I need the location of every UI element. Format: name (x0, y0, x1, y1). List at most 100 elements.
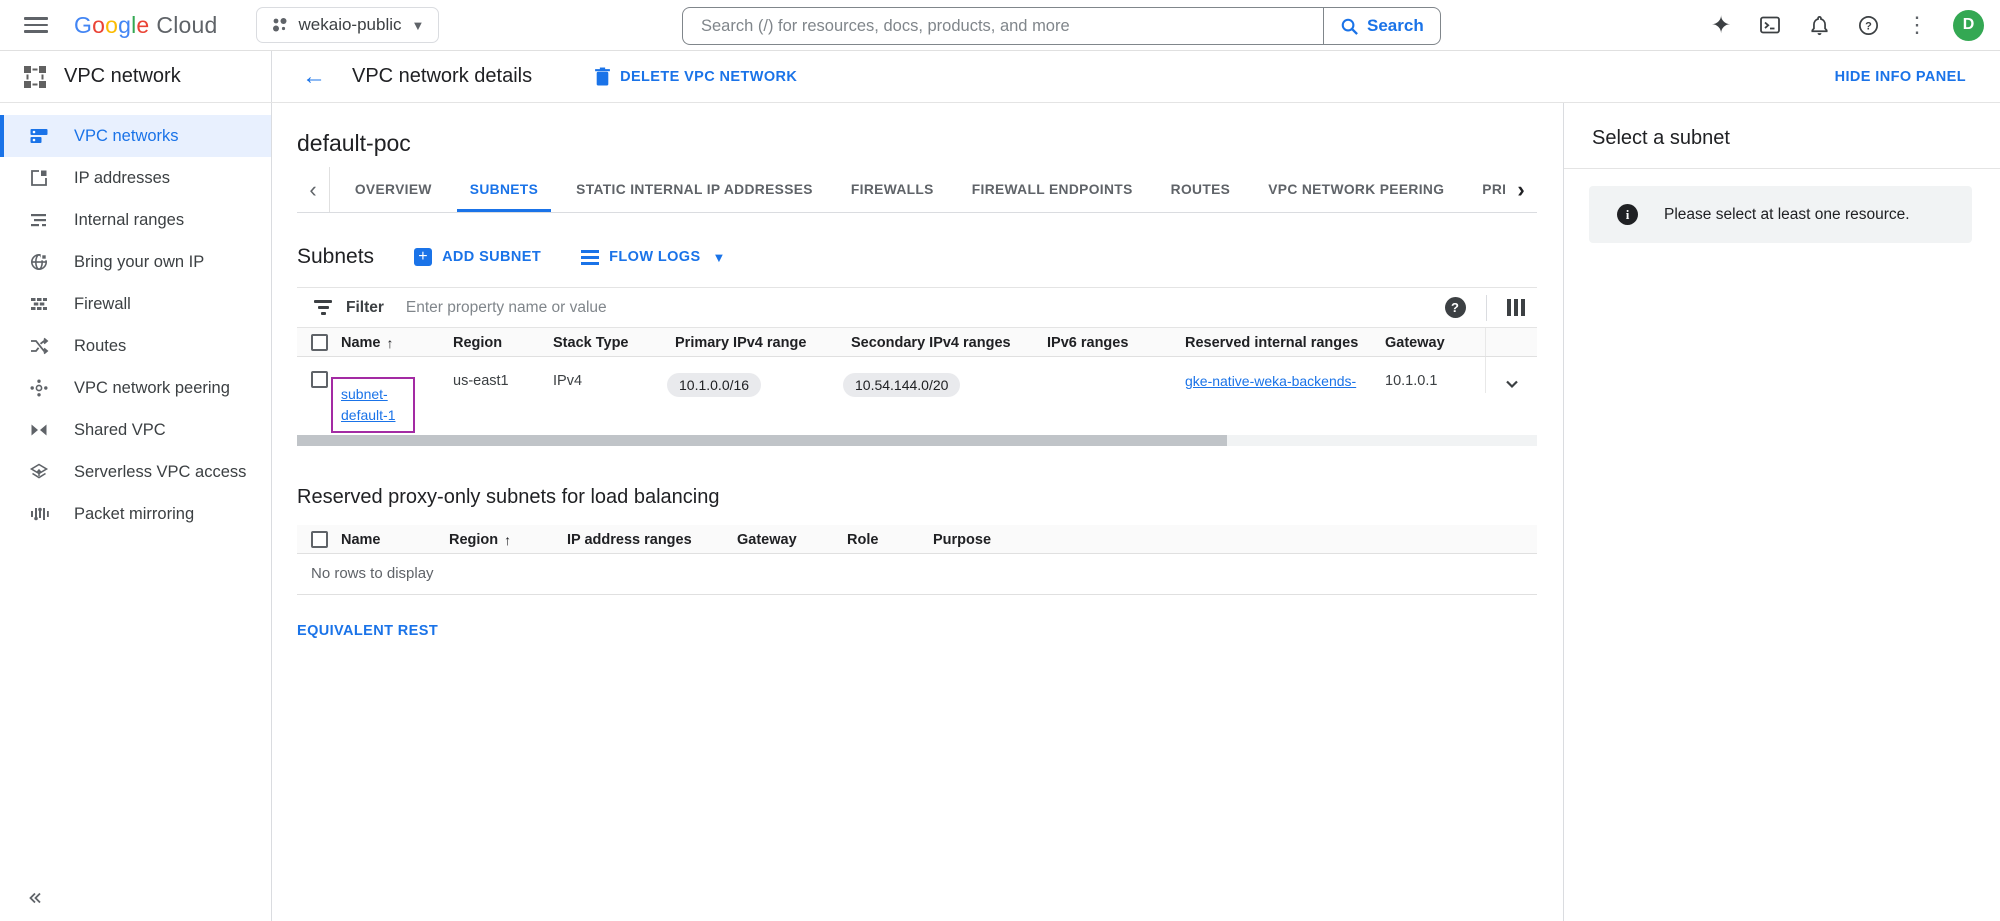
scrollbar-thumb[interactable] (297, 435, 1227, 446)
info-message: Please select at least one resource. (1664, 206, 1910, 224)
sidebar-item-label: Bring your own IP (74, 253, 204, 272)
cell-region: us-east1 (453, 357, 553, 389)
flow-logs-label: FLOW LOGS (609, 249, 700, 265)
subnet-name-highlight: subnet-default-1 (331, 377, 415, 433)
project-icon (271, 16, 289, 34)
col-proxy-purpose[interactable]: Purpose (933, 531, 1537, 548)
cell-stack-type: IPv4 (553, 357, 675, 389)
row-checkbox[interactable] (311, 371, 328, 388)
col-gateway[interactable]: Gateway (1385, 334, 1485, 351)
search-input[interactable] (682, 7, 1323, 45)
shared-vpc-icon (28, 419, 50, 441)
filter-label: Filter (346, 299, 384, 317)
col-region[interactable]: Region (453, 334, 553, 351)
subnet-name-link[interactable]: subnet-default-1 (341, 386, 395, 423)
project-picker[interactable]: wekaio-public ▼ (256, 7, 440, 43)
tab-static-internal-ip-addresses[interactable]: STATIC INTERNAL IP ADDRESSES (557, 167, 832, 212)
vpc-networks-icon (28, 125, 50, 147)
header-expand-cell (1485, 328, 1537, 356)
page-title: VPC network details (352, 65, 532, 88)
tab-firewalls[interactable]: FIREWALLS (832, 167, 953, 212)
google-cloud-logo[interactable]: Google Cloud (74, 12, 218, 39)
sidebar-item-label: Firewall (74, 295, 131, 314)
info-notice: i Please select at least one resource. (1589, 186, 1972, 243)
sidebar-item-internal-ranges[interactable]: Internal ranges (0, 199, 271, 241)
col-primary-ipv4[interactable]: Primary IPv4 range (675, 334, 851, 351)
avatar-letter: D (1963, 16, 1975, 34)
cloud-shell-icon[interactable] (1757, 12, 1783, 38)
filter-help-icon[interactable]: ? (1445, 297, 1466, 318)
sidebar-item-vpc-network-peering[interactable]: VPC network peering (0, 367, 271, 409)
col-proxy-gateway[interactable]: Gateway (737, 531, 847, 548)
col-reserved-internal[interactable]: Reserved internal ranges (1185, 334, 1385, 351)
row-expand-chevron-icon[interactable] (1485, 357, 1537, 393)
proxy-select-all-checkbox[interactable] (311, 531, 328, 548)
sidebar-item-label: Internal ranges (74, 211, 184, 230)
routes-icon (28, 335, 50, 357)
flow-logs-button[interactable]: FLOW LOGS ▼ (581, 249, 726, 265)
tabs-scroll-right-icon[interactable]: › (1505, 167, 1537, 212)
help-icon[interactable]: ? (1855, 12, 1881, 38)
collapse-nav-icon[interactable] (26, 889, 44, 907)
col-stack-type[interactable]: Stack Type (553, 334, 675, 351)
tab-overview[interactable]: OVERVIEW (336, 167, 451, 212)
sidebar-item-label: IP addresses (74, 169, 170, 188)
notifications-bell-icon[interactable] (1806, 12, 1832, 38)
sidebar-item-ip-addresses[interactable]: IP addresses (0, 157, 271, 199)
tab-private-clipped[interactable]: PRIV (1463, 167, 1505, 212)
sort-asc-icon: ↑ (504, 532, 511, 548)
search-icon (1340, 17, 1359, 36)
more-vert-icon[interactable]: ⋮ (1904, 12, 1930, 38)
sidebar-item-label: Packet mirroring (74, 505, 194, 524)
sidebar-item-firewall[interactable]: Firewall (0, 283, 271, 325)
add-subnet-button[interactable]: + ADD SUBNET (414, 248, 541, 266)
sidebar-item-bring-your-own-ip[interactable]: Bring your own IP (0, 241, 271, 283)
col-proxy-region[interactable]: Region↑ (449, 531, 567, 548)
proxy-subnets-heading: Reserved proxy-only subnets for load bal… (297, 486, 1537, 509)
hide-info-panel-button[interactable]: HIDE INFO PANEL (1835, 69, 1966, 85)
logo-cloud-word: Cloud (156, 12, 217, 39)
tab-routes[interactable]: ROUTES (1152, 167, 1250, 212)
equivalent-rest-button[interactable]: EQUIVALENT REST (297, 623, 438, 639)
delete-vpc-network-button[interactable]: DELETE VPC NETWORK (594, 67, 797, 86)
filter-bar: Filter ? (297, 287, 1537, 328)
sidebar-item-shared-vpc[interactable]: Shared VPC (0, 409, 271, 451)
sidebar-item-vpc-networks[interactable]: VPC networks (0, 115, 271, 157)
app-bar: VPC network ← VPC network details DELETE… (0, 51, 2000, 103)
tab-vpc-network-peering[interactable]: VPC NETWORK PEERING (1249, 167, 1463, 212)
search-button[interactable]: Search (1323, 7, 1441, 45)
tab-subnets[interactable]: SUBNETS (451, 167, 557, 212)
subnets-heading: Subnets (297, 245, 374, 269)
col-secondary-ipv4[interactable]: Secondary IPv4 ranges (851, 334, 1047, 351)
menu-icon[interactable] (24, 13, 48, 37)
horizontal-scrollbar (297, 435, 1537, 446)
col-proxy-ip-ranges[interactable]: IP address ranges (567, 531, 737, 548)
sidebar-item-routes[interactable]: Routes (0, 325, 271, 367)
col-ipv6[interactable]: IPv6 ranges (1047, 334, 1185, 351)
filter-input[interactable] (404, 298, 1445, 318)
sidebar-nav: VPC networks IP addresses Internal range… (0, 103, 272, 921)
col-proxy-role[interactable]: Role (847, 531, 933, 548)
col-proxy-name[interactable]: Name (341, 531, 449, 548)
subnets-header-row: Subnets + ADD SUBNET FLOW LOGS ▼ (297, 245, 1537, 269)
sidebar-item-label: VPC networks (74, 127, 179, 146)
tabs-scroll-left-icon[interactable]: ‹ (297, 167, 329, 212)
gemini-sparkle-icon[interactable]: ✦ (1708, 12, 1734, 38)
back-arrow-icon[interactable]: ← (302, 65, 326, 89)
tab-firewall-endpoints[interactable]: FIREWALL ENDPOINTS (953, 167, 1152, 212)
col-name[interactable]: Name↑ (341, 334, 453, 351)
sidebar-item-serverless-vpc-access[interactable]: Serverless VPC access (0, 451, 271, 493)
gcp-console: Google Cloud wekaio-public ▼ Search ✦ (0, 0, 2000, 921)
reserved-internal-range-link[interactable]: gke-native-weka-backends- (1185, 373, 1356, 389)
plus-icon: + (414, 248, 432, 266)
account-avatar[interactable]: D (1953, 10, 1984, 41)
vpc-network-peering-icon (28, 377, 50, 399)
subnets-table-header: Name↑ Region Stack Type Primary IPv4 ran… (297, 328, 1537, 357)
column-display-options-icon[interactable] (1507, 299, 1526, 316)
sidebar-item-label: Serverless VPC access (74, 463, 246, 482)
sidebar-item-packet-mirroring[interactable]: Packet mirroring (0, 493, 271, 535)
divider (1486, 295, 1487, 321)
proxy-table-header: Name Region↑ IP address ranges Gateway R… (297, 525, 1537, 554)
network-name: default-poc (297, 130, 1537, 157)
select-all-checkbox[interactable] (311, 334, 328, 351)
